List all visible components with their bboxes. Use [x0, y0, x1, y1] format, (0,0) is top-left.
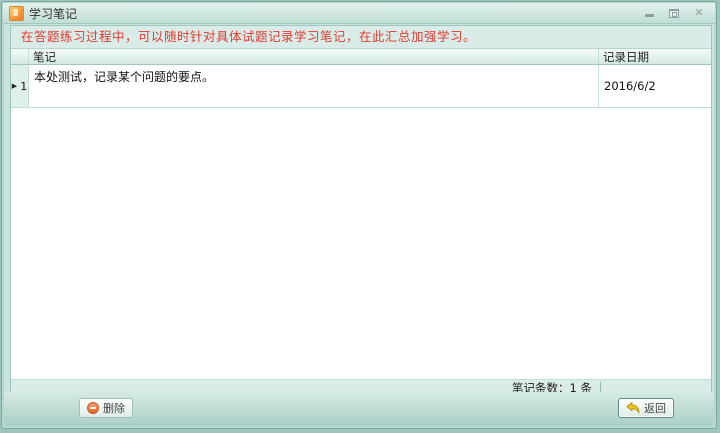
column-header-date-label: 记录日期: [603, 49, 649, 64]
maximize-icon: [669, 9, 679, 18]
table-row: ▶ 1 本处测试，记录某个问题的要点。 2016/6/2: [11, 65, 711, 108]
date-cell-text: 2016/6/2: [604, 79, 656, 93]
bottom-bar: 删除 返回: [4, 392, 714, 426]
window-title: 学习笔记: [29, 5, 77, 22]
status-spacer: [601, 387, 711, 388]
content-panel: 在答题练习过程中，可以随时针对具体试题记录学习笔记，在此汇总加强学习。 笔记 记…: [10, 25, 712, 396]
notes-table: 笔记 记录日期 ▶ 1 本处测试，记录某个问题的要点。 2016/6/2: [11, 48, 711, 379]
note-cell-text: 本处测试，记录某个问题的要点。: [34, 70, 214, 84]
maximize-button[interactable]: [668, 7, 680, 19]
column-header-note-label: 笔记: [33, 49, 56, 64]
title-bar[interactable]: 学习笔记 ✕: [3, 3, 715, 24]
minimize-icon: [645, 14, 654, 17]
row-index: 1: [20, 80, 27, 93]
row-header[interactable]: ▶ 1: [11, 65, 29, 107]
study-notes-window: 学习笔记 ✕ 在答题练习过程中，可以随时针对具体试题记录学习笔记，在此汇总加强学…: [1, 1, 717, 429]
table-empty-area: [11, 108, 711, 379]
column-header-note[interactable]: 笔记: [29, 49, 599, 64]
message-text: 在答题练习过程中，可以随时针对具体试题记录学习笔记，在此汇总加强学习。: [21, 29, 476, 44]
date-cell[interactable]: 2016/6/2: [599, 65, 711, 107]
app-icon: [9, 6, 24, 21]
close-button[interactable]: ✕: [693, 7, 705, 19]
undo-arrow-icon: [626, 402, 640, 414]
minimize-button[interactable]: [643, 7, 655, 19]
close-icon: ✕: [694, 7, 703, 19]
table-header-row: 笔记 记录日期: [11, 49, 711, 65]
corner-header[interactable]: [11, 49, 29, 64]
window-controls: ✕: [643, 7, 709, 19]
back-button[interactable]: 返回: [618, 398, 674, 418]
message-banner: 在答题练习过程中，可以随时针对具体试题记录学习笔记，在此汇总加强学习。: [11, 26, 711, 48]
column-header-date[interactable]: 记录日期: [599, 49, 711, 64]
row-marker-icon: ▶: [12, 83, 17, 90]
delete-button[interactable]: 删除: [79, 398, 133, 418]
minus-icon: [87, 402, 99, 414]
delete-button-label: 删除: [103, 400, 125, 416]
note-cell[interactable]: 本处测试，记录某个问题的要点。: [29, 65, 599, 107]
back-button-label: 返回: [644, 400, 666, 416]
